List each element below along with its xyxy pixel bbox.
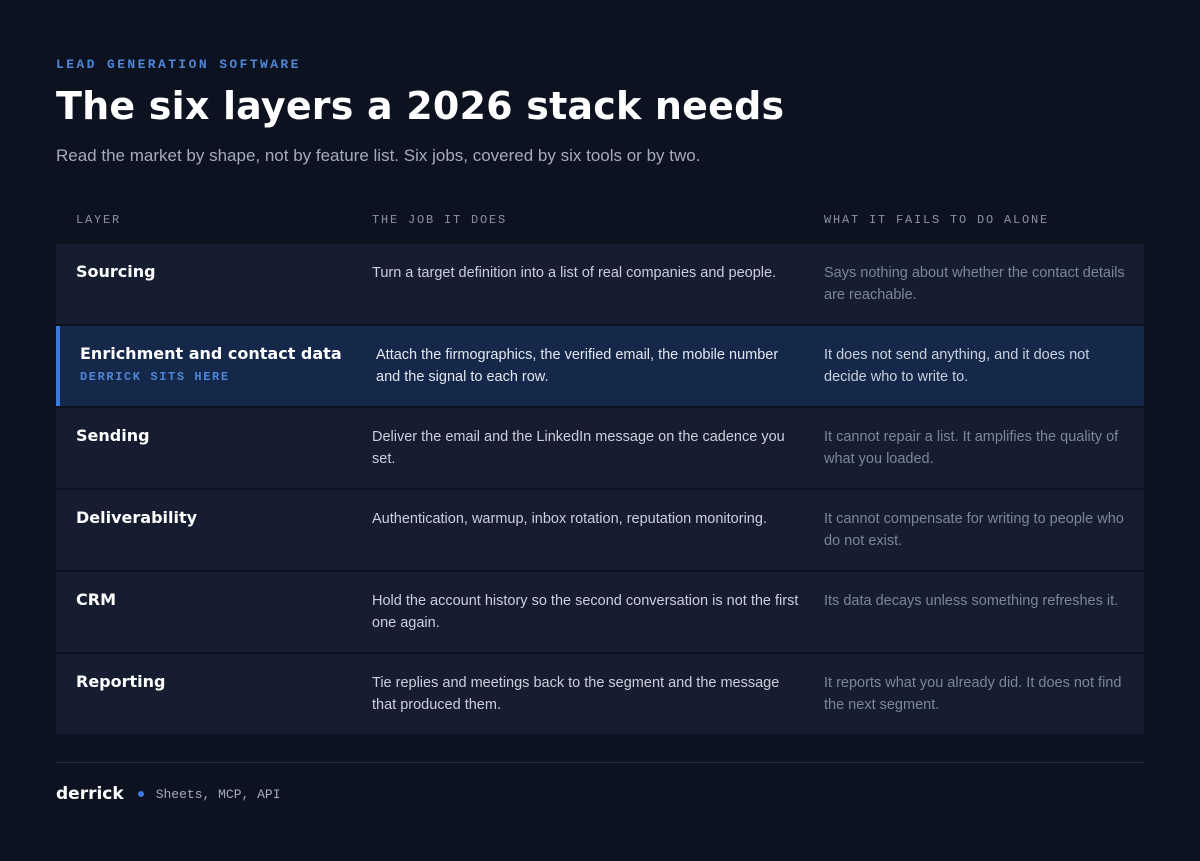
- table-row-crm: CRM Hold the account history so the seco…: [56, 572, 1144, 652]
- layer-cell: Deliverability: [76, 508, 356, 528]
- fails-cell: It does not send anything, and it does n…: [824, 347, 1090, 385]
- fails-cell: Its data decays unless something refresh…: [824, 593, 1119, 609]
- layer-cell: Sourcing: [76, 262, 356, 282]
- fails-cell: It cannot compensate for writing to peop…: [824, 511, 1124, 549]
- layer-cell: Sending: [76, 426, 356, 446]
- job-cell: Authentication, warmup, inbox rotation, …: [372, 511, 767, 527]
- table-row-enrichment: Enrichment and contact data DERRICK SITS…: [56, 326, 1144, 406]
- layer-cell: Reporting: [76, 672, 356, 692]
- fails-cell: Says nothing about whether the contact d…: [824, 265, 1125, 303]
- layer-name: Reporting: [76, 672, 166, 691]
- job-cell: Hold the account history so the second c…: [372, 593, 799, 631]
- footer: derrick Sheets, MCP, API: [56, 784, 281, 804]
- layer-name: Sourcing: [76, 262, 156, 281]
- table-row-sourcing: Sourcing Turn a target definition into a…: [56, 244, 1144, 324]
- table-row-reporting: Reporting Tie replies and meetings back …: [56, 654, 1144, 734]
- page-subtitle: Read the market by shape, not by feature…: [56, 146, 701, 165]
- job-cell: Attach the firmographics, the verified e…: [376, 347, 779, 385]
- table-row-sending: Sending Deliver the email and the Linked…: [56, 408, 1144, 488]
- footer-divider: [56, 762, 1144, 763]
- column-header-job: THE JOB IT DOES: [372, 213, 508, 227]
- layer-name: CRM: [76, 590, 116, 609]
- job-cell: Tie replies and meetings back to the seg…: [372, 675, 780, 713]
- job-cell: Deliver the email and the LinkedIn messa…: [372, 429, 785, 467]
- table-header: LAYER THE JOB IT DOES WHAT IT FAILS TO D…: [56, 202, 1144, 244]
- layers-table: LAYER THE JOB IT DOES WHAT IT FAILS TO D…: [56, 202, 1144, 736]
- layer-name: Deliverability: [76, 508, 198, 527]
- brand-logo: derrick: [56, 784, 124, 804]
- layer-name: Sending: [76, 426, 150, 445]
- table-row-deliverability: Deliverability Authentication, warmup, i…: [56, 490, 1144, 570]
- job-cell: Turn a target definition into a list of …: [372, 265, 777, 281]
- page-title: The six layers a 2026 stack needs: [56, 84, 785, 128]
- layer-cell: Enrichment and contact data DERRICK SITS…: [80, 344, 360, 384]
- layer-name: Enrichment and contact data: [80, 344, 342, 363]
- fails-cell: It reports what you already did. It does…: [824, 675, 1122, 713]
- column-header-fails: WHAT IT FAILS TO DO ALONE: [824, 213, 1050, 227]
- eyebrow: LEAD GENERATION SOFTWARE: [56, 57, 301, 72]
- derrick-tag: DERRICK SITS HERE: [80, 370, 230, 384]
- column-header-layer: LAYER: [76, 213, 122, 227]
- highlight-bar: [56, 326, 60, 406]
- fails-cell: It cannot repair a list. It amplifies th…: [824, 429, 1119, 467]
- layer-cell: CRM: [76, 590, 356, 610]
- bullet-dot-icon: [137, 791, 144, 797]
- channels-text: Sheets, MCP, API: [155, 786, 281, 802]
